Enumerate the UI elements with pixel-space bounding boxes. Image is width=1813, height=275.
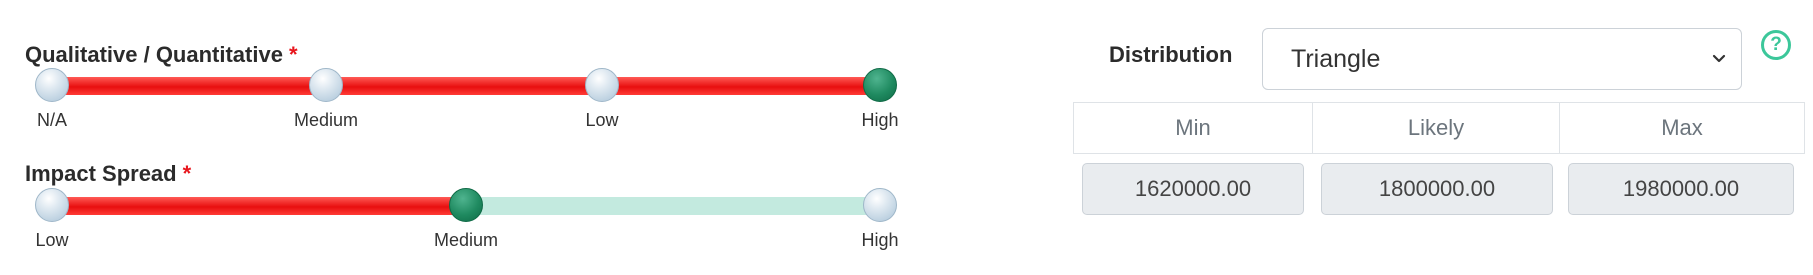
slider-knob-na[interactable] [35,68,69,102]
tick-label-na: N/A [36,110,68,130]
impact-spread-label-text: Impact Spread [25,161,177,186]
distribution-select[interactable]: Triangle [1262,28,1742,90]
required-marker: * [182,161,192,186]
qualitative-quantitative-slider[interactable]: N/A Medium Low High [35,68,899,130]
max-value-field[interactable]: 1980000.00 [1568,163,1794,215]
slider-knob-medium-selected[interactable] [449,188,483,222]
tick-label-high: High [861,230,899,250]
slider-fill [52,77,880,95]
tick-label-medium: Medium [433,230,499,250]
slider-knob-medium[interactable] [309,68,343,102]
likely-value-field[interactable]: 1800000.00 [1321,163,1553,215]
qualitative-quantitative-label: Qualitative / Quantitative * [25,42,298,68]
impact-spread-label: Impact Spread * [25,161,191,187]
chevron-down-icon [1712,54,1726,63]
question-circle-icon[interactable]: ? [1761,30,1791,60]
distribution-label: Distribution [1109,42,1233,67]
tick-label-low: Low [585,110,619,130]
slider-fill [52,197,466,215]
tick-label-medium: Medium [293,110,359,130]
slider-knob-high[interactable] [863,188,897,222]
slider-knob-high-selected[interactable] [863,68,897,102]
tick-label-low: Low [35,230,69,250]
required-marker: * [288,42,298,67]
distribution-selected-value: Triangle [1291,45,1381,73]
column-header-likely: Likely [1312,102,1560,154]
min-value-field[interactable]: 1620000.00 [1082,163,1304,215]
slider-knob-low[interactable] [35,188,69,222]
impact-spread-slider[interactable]: Low Medium High [35,188,899,250]
qualitative-quantitative-label-text: Qualitative / Quantitative [25,42,283,67]
tick-label-high: High [861,110,899,130]
column-header-max: Max [1559,102,1805,154]
column-header-min: Min [1073,102,1313,154]
slider-knob-low[interactable] [585,68,619,102]
